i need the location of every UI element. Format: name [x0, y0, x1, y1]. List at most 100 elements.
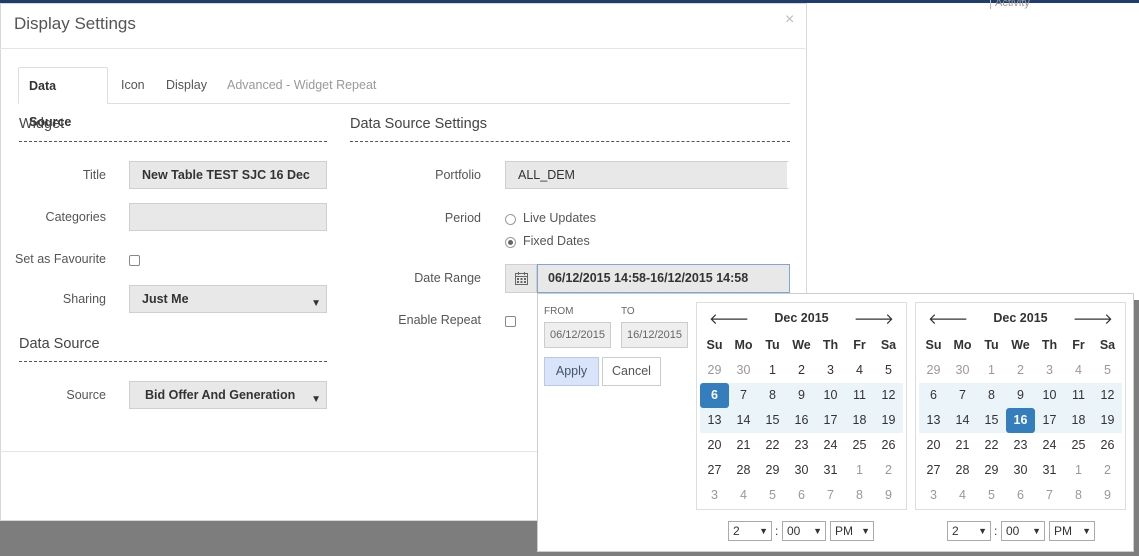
calendar-day[interactable]: 21	[729, 433, 758, 458]
calendar-day[interactable]: 30	[1006, 458, 1035, 483]
calendar-day[interactable]: 1	[758, 358, 787, 383]
period-fixed-radio[interactable]	[505, 237, 516, 248]
calendar-day[interactable]: 4	[948, 483, 977, 508]
calendar-day[interactable]: 20	[919, 433, 948, 458]
calendar-day[interactable]: 16	[787, 408, 816, 433]
calendar-day[interactable]: 30	[729, 358, 758, 383]
enable-repeat-checkbox[interactable]	[505, 316, 516, 327]
arrow-right-icon[interactable]: 🡒	[854, 309, 894, 328]
portfolio-input[interactable]: ALL_DEM	[505, 161, 790, 189]
calendar-day[interactable]: 26	[874, 433, 903, 458]
calendar-day[interactable]: 19	[1093, 408, 1122, 433]
ampm-select-left[interactable]: PM ▼	[830, 521, 874, 541]
tab-icon[interactable]: Icon	[111, 67, 155, 103]
calendar-day[interactable]: 4	[845, 358, 874, 383]
calendar-day[interactable]: 1	[977, 358, 1006, 383]
calendar-day[interactable]: 10	[1035, 383, 1064, 408]
calendar-day[interactable]: 20	[700, 433, 729, 458]
calendar-day-selected[interactable]: 6	[700, 383, 729, 408]
calendar-day[interactable]: 5	[758, 483, 787, 508]
calendar-day[interactable]: 24	[816, 433, 845, 458]
calendar-day[interactable]: 12	[874, 383, 903, 408]
calendar-day[interactable]: 31	[816, 458, 845, 483]
calendar-day[interactable]: 3	[816, 358, 845, 383]
minute-select-right[interactable]: 00 ▼	[1001, 521, 1045, 541]
calendar-day[interactable]: 7	[816, 483, 845, 508]
categories-input[interactable]	[129, 203, 327, 231]
calendar-day[interactable]: 30	[948, 358, 977, 383]
calendar-day[interactable]: 15	[758, 408, 787, 433]
hour-select-right[interactable]: 2 ▼	[947, 521, 991, 541]
calendar-day[interactable]: 3	[700, 483, 729, 508]
calendar-day[interactable]: 25	[845, 433, 874, 458]
calendar-day[interactable]: 7	[729, 383, 758, 408]
calendar-day[interactable]: 21	[948, 433, 977, 458]
tab-display[interactable]: Display	[156, 67, 217, 103]
calendar-day-selected[interactable]: 16	[1006, 408, 1035, 433]
source-select[interactable]: Bid Offer And Generation ▼	[129, 381, 327, 409]
calendar-day[interactable]: 2	[1006, 358, 1035, 383]
calendar-day[interactable]: 17	[1035, 408, 1064, 433]
calendar-day[interactable]: 26	[1093, 433, 1122, 458]
title-input[interactable]: New Table TEST SJC 16 Dec	[129, 161, 327, 189]
calendar-day[interactable]: 13	[919, 408, 948, 433]
calendar-day[interactable]: 17	[816, 408, 845, 433]
hour-select-left[interactable]: 2 ▼	[728, 521, 772, 541]
calendar-day[interactable]: 9	[874, 483, 903, 508]
calendar-icon[interactable]	[505, 264, 537, 293]
calendar-day[interactable]: 15	[977, 408, 1006, 433]
calendar-day[interactable]: 11	[1064, 383, 1093, 408]
calendar-day[interactable]: 2	[787, 358, 816, 383]
apply-button[interactable]: Apply	[544, 357, 599, 386]
calendar-day[interactable]: 29	[977, 458, 1006, 483]
calendar-day[interactable]: 8	[845, 483, 874, 508]
calendar-day[interactable]: 27	[700, 458, 729, 483]
sharing-select[interactable]: Just Me ▼	[129, 285, 327, 313]
calendar-day[interactable]: 31	[1035, 458, 1064, 483]
calendar-day[interactable]: 4	[1064, 358, 1093, 383]
minute-select-left[interactable]: 00 ▼	[782, 521, 826, 541]
calendar-day[interactable]: 1	[845, 458, 874, 483]
calendar-day[interactable]: 1	[1064, 458, 1093, 483]
calendar-day[interactable]: 23	[787, 433, 816, 458]
calendar-day[interactable]: 7	[948, 383, 977, 408]
calendar-day[interactable]: 19	[874, 408, 903, 433]
close-icon[interactable]: ×	[785, 11, 794, 29]
calendar-day[interactable]: 12	[1093, 383, 1122, 408]
calendar-day[interactable]: 22	[977, 433, 1006, 458]
to-input[interactable]: 16/12/2015	[621, 322, 688, 348]
calendar-day[interactable]: 30	[787, 458, 816, 483]
cancel-button[interactable]: Cancel	[602, 357, 661, 386]
calendar-day[interactable]: 8	[977, 383, 1006, 408]
calendar-day[interactable]: 5	[874, 358, 903, 383]
calendar-day[interactable]: 7	[1035, 483, 1064, 508]
calendar-day[interactable]: 8	[1064, 483, 1093, 508]
calendar-day[interactable]: 28	[948, 458, 977, 483]
calendar-day[interactable]: 3	[1035, 358, 1064, 383]
calendar-day[interactable]: 29	[919, 358, 948, 383]
calendar-day[interactable]: 3	[919, 483, 948, 508]
calendar-day[interactable]: 5	[1093, 358, 1122, 383]
calendar-day[interactable]: 14	[948, 408, 977, 433]
calendar-day[interactable]: 14	[729, 408, 758, 433]
tab-data-source[interactable]: Data Source	[18, 67, 108, 129]
calendar-day[interactable]: 25	[1064, 433, 1093, 458]
calendar-day[interactable]: 23	[1006, 433, 1035, 458]
calendar-day[interactable]: 22	[758, 433, 787, 458]
favourite-checkbox[interactable]	[129, 255, 140, 266]
ampm-select-right[interactable]: PM ▼	[1049, 521, 1095, 541]
calendar-day[interactable]: 2	[874, 458, 903, 483]
calendar-day[interactable]: 18	[1064, 408, 1093, 433]
calendar-day[interactable]: 9	[1093, 483, 1122, 508]
period-live-radio[interactable]	[505, 214, 516, 225]
calendar-day[interactable]: 13	[700, 408, 729, 433]
calendar-day[interactable]: 5	[977, 483, 1006, 508]
calendar-day[interactable]: 28	[729, 458, 758, 483]
calendar-day[interactable]: 4	[729, 483, 758, 508]
calendar-day[interactable]: 24	[1035, 433, 1064, 458]
calendar-day[interactable]: 11	[845, 383, 874, 408]
calendar-day[interactable]: 27	[919, 458, 948, 483]
from-input[interactable]: 06/12/2015	[544, 322, 611, 348]
calendar-day[interactable]: 9	[1006, 383, 1035, 408]
calendar-day[interactable]: 6	[787, 483, 816, 508]
